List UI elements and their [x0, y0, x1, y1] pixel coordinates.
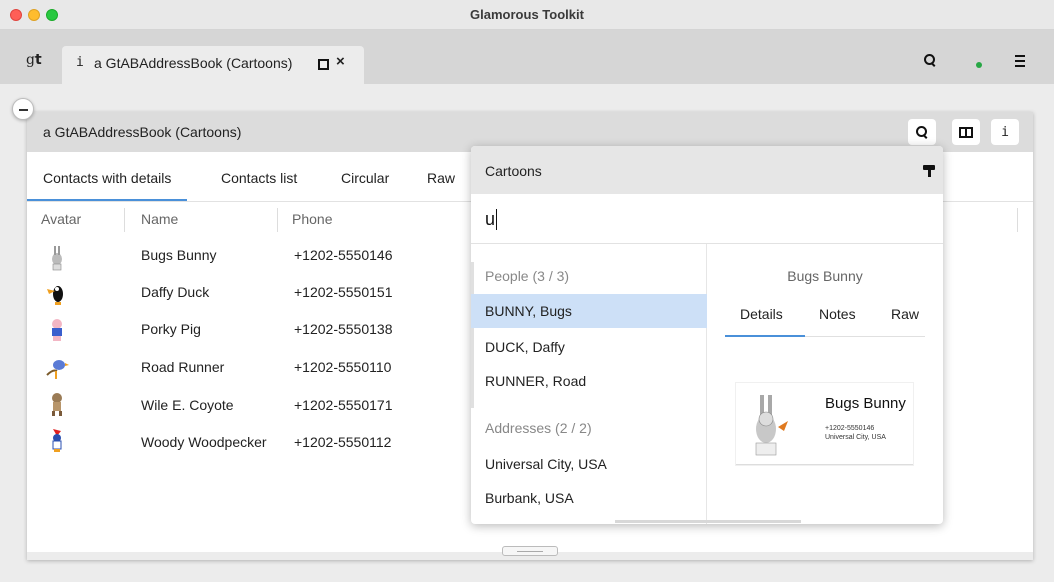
- search-query: u: [485, 209, 496, 229]
- spotter-popup: Cartoons u People (3 / 3) BUNNY, Bugs DU…: [471, 146, 943, 524]
- tab-contacts-list[interactable]: Contacts list: [221, 170, 297, 186]
- column-header-name[interactable]: Name: [141, 211, 178, 227]
- avatar-bugs-bunny: [52, 246, 62, 271]
- tab-contacts-with-details[interactable]: Contacts with details: [26, 170, 188, 201]
- book-button[interactable]: [952, 119, 980, 145]
- name-cell: Road Runner: [141, 359, 225, 375]
- card-address: Universal City, USA: [825, 434, 886, 441]
- column-header-phone[interactable]: Phone: [292, 211, 332, 227]
- status-dot-icon[interactable]: [976, 62, 982, 68]
- name-cell: Woody Woodpecker: [141, 434, 267, 450]
- spotter-search-button[interactable]: [908, 119, 936, 145]
- phone-cell: +1202-5550112: [294, 434, 392, 450]
- collapse-button[interactable]: [12, 98, 34, 120]
- column-header-avatar[interactable]: Avatar: [41, 211, 81, 227]
- maximize-icon[interactable]: [318, 59, 329, 70]
- name-cell: Daffy Duck: [141, 284, 210, 300]
- gt-logo[interactable]: gt: [26, 52, 42, 68]
- name-cell: Porky Pig: [141, 321, 201, 337]
- info-button[interactable]: i: [991, 119, 1019, 145]
- tab-circular[interactable]: Circular: [341, 170, 389, 186]
- avatar-bugs-bunny: [755, 395, 788, 456]
- tab-label: a GtABAddressBook (Cartoons): [94, 55, 293, 71]
- tab-details[interactable]: Details: [740, 306, 783, 322]
- avatar-road-runner: [46, 360, 69, 379]
- search-icon: [916, 126, 928, 138]
- column-separator[interactable]: [277, 208, 278, 232]
- tab-bar: gt i a GtABAddressBook (Cartoons) ×: [0, 30, 1054, 84]
- result-item[interactable]: RUNNER, Road: [471, 364, 707, 398]
- column-separator[interactable]: [124, 208, 125, 232]
- panel-title: a GtABAddressBook (Cartoons): [43, 124, 242, 140]
- info-icon: i: [76, 55, 84, 70]
- phone-cell: +1202-5550146: [294, 247, 393, 263]
- category-addresses: Addresses (2 / 2): [485, 420, 592, 436]
- preview-title: Bugs Bunny: [787, 268, 863, 284]
- resize-handle[interactable]: [502, 546, 558, 556]
- window-title: Glamorous Toolkit: [470, 7, 584, 22]
- tab-notes[interactable]: Notes: [819, 306, 856, 322]
- card-name: Bugs Bunny: [825, 395, 906, 412]
- card-phone: +1202-5550146: [825, 425, 875, 432]
- phone-cell: +1202-5550171: [294, 397, 393, 413]
- window-titlebar: Glamorous Toolkit: [0, 0, 1054, 30]
- result-item[interactable]: Burbank, USA: [471, 481, 707, 515]
- spotter-title: Cartoons: [485, 163, 542, 179]
- name-cell: Wile E. Coyote: [141, 397, 234, 413]
- search-icon[interactable]: [924, 54, 936, 66]
- category-people: People (3 / 3): [485, 268, 570, 284]
- avatar-daffy-duck: [47, 286, 63, 305]
- horizontal-scrollbar[interactable]: [615, 520, 801, 523]
- hammer-icon[interactable]: [923, 165, 935, 177]
- name-cell: Bugs Bunny: [141, 247, 217, 263]
- close-icon[interactable]: ×: [336, 53, 345, 70]
- tab-address-book[interactable]: i a GtABAddressBook (Cartoons) ×: [62, 46, 364, 84]
- hamburger-menu-icon[interactable]: [1015, 55, 1025, 70]
- result-item[interactable]: Universal City, USA: [471, 447, 707, 481]
- contact-card: Bugs Bunny +1202-5550146 Universal City,…: [736, 383, 913, 465]
- avatar-porky-pig: [52, 319, 62, 341]
- spotter-results: People (3 / 3) BUNNY, Bugs DUCK, Daffy R…: [471, 244, 707, 524]
- phone-cell: +1202-5550110: [294, 359, 392, 375]
- phone-cell: +1202-5550138: [294, 321, 393, 337]
- result-item[interactable]: BUNNY, Bugs: [471, 294, 707, 328]
- spotter-preview: Bugs Bunny Details Notes Raw Bugs Bunny …: [707, 244, 943, 524]
- phone-cell: +1202-5550151: [294, 284, 393, 300]
- spotter-header: Cartoons: [471, 146, 943, 194]
- avatar-wile-e-coyote: [52, 393, 62, 416]
- tab-raw[interactable]: Raw: [427, 170, 455, 186]
- avatar-woody-woodpecker: [52, 429, 62, 452]
- text-caret: [496, 209, 497, 230]
- column-separator: [1017, 208, 1018, 232]
- result-item[interactable]: DUCK, Daffy: [471, 330, 707, 364]
- book-icon: [959, 126, 973, 138]
- spotter-search-input[interactable]: u: [471, 194, 943, 244]
- tab-raw[interactable]: Raw: [891, 306, 919, 322]
- active-tab-indicator: [725, 335, 805, 337]
